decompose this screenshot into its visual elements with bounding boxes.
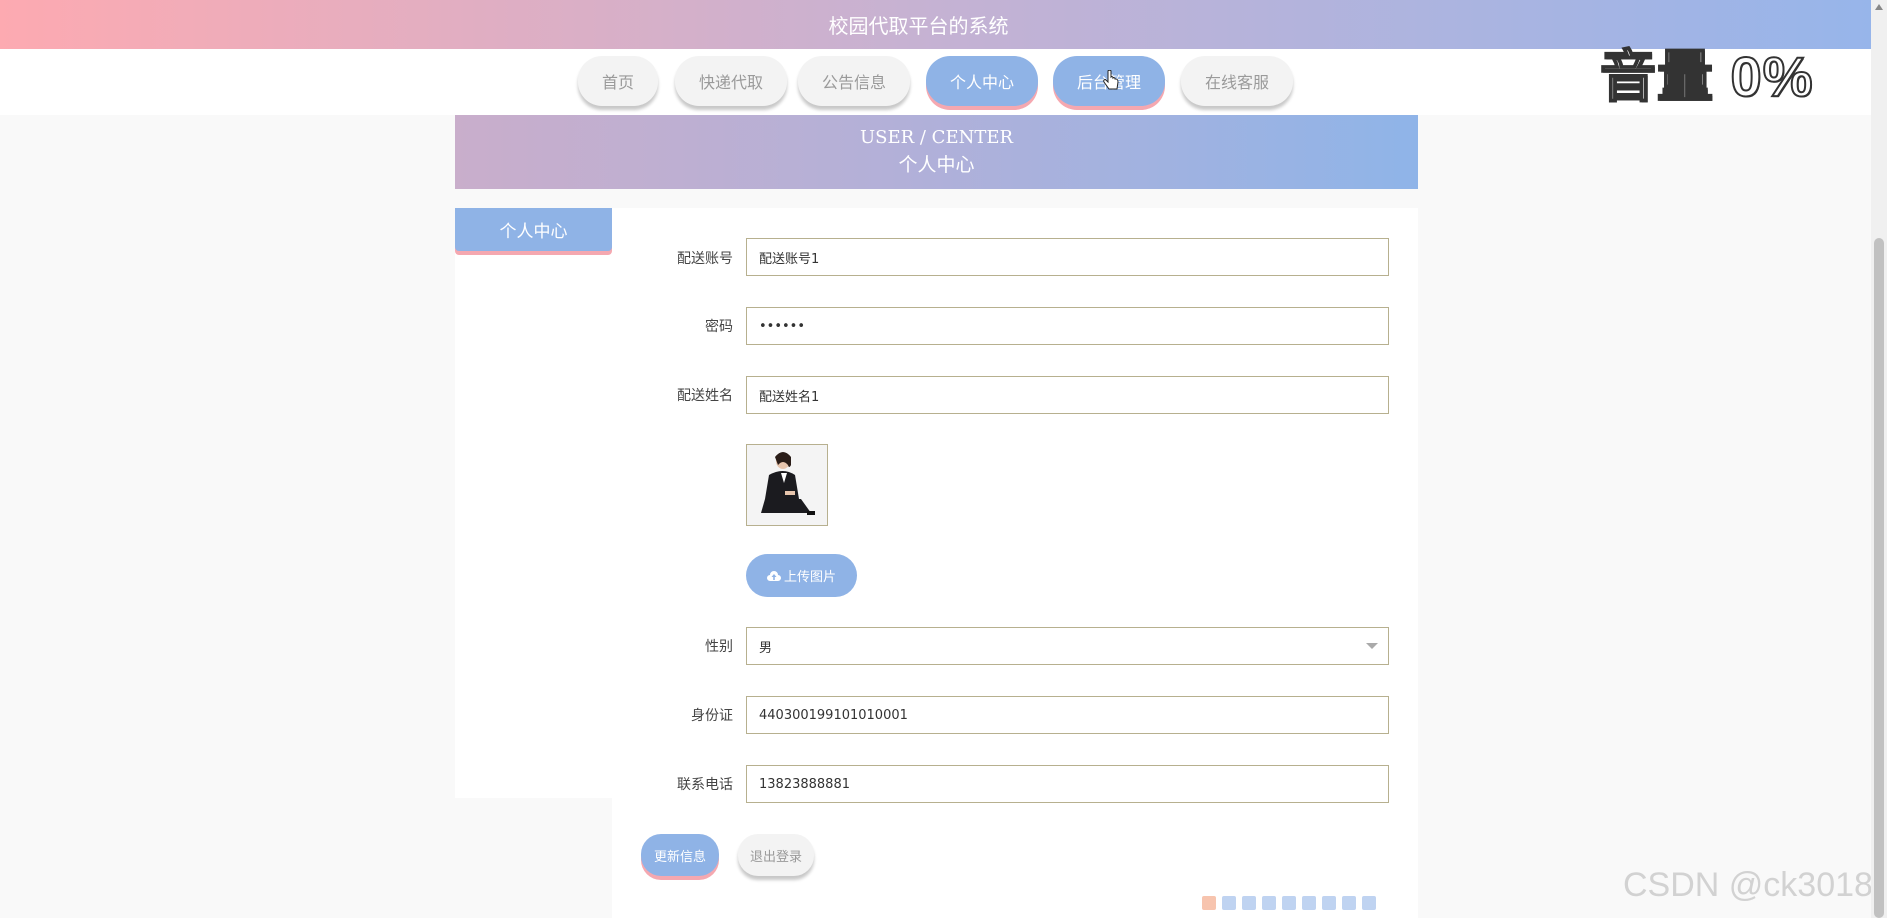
password-label: 密码 [705, 319, 733, 335]
watermark: CSDN @ck3018 [1623, 866, 1873, 904]
nav-announcements[interactable]: 公告信息 [798, 56, 910, 106]
gender-select[interactable]: 男 [746, 627, 1389, 665]
chevron-down-icon [1366, 643, 1378, 649]
sidebar: 个人中心 [455, 208, 612, 798]
logout-button[interactable]: 退出登录 [738, 834, 814, 876]
nav-personal-center[interactable]: 个人中心 [926, 56, 1038, 106]
ime-logo-icon [1202, 896, 1216, 910]
upload-image-label: 上传图片 [783, 570, 836, 585]
ime-grid-icon [1322, 896, 1336, 910]
scrollbar[interactable] [1871, 0, 1887, 918]
avatar-photo [746, 444, 828, 526]
ime-gear-icon [1362, 896, 1376, 910]
volume-indicator: 音量 0% [1599, 44, 1814, 109]
banner-title-cn: 个人中心 [898, 154, 975, 176]
name-label: 配送姓名 [677, 388, 733, 404]
banner-title-en: USER / CENTER [859, 127, 1014, 148]
top-header: 校园代取平台的系统 [0, 0, 1871, 49]
ime-keyboard-icon [1282, 896, 1296, 910]
ime-toolbar [1202, 896, 1376, 910]
upload-image-button[interactable]: 上传图片 [746, 554, 857, 597]
idcard-label: 身份证 [691, 708, 733, 724]
ime-user-icon [1302, 896, 1316, 910]
account-input[interactable]: 配送账号1 [746, 238, 1389, 276]
gender-value: 男 [759, 640, 773, 656]
page-banner: USER / CENTER 个人中心 [455, 115, 1418, 189]
gender-label: 性别 [705, 639, 733, 655]
account-label: 配送账号 [677, 251, 733, 267]
sidebar-item-personal-center[interactable]: 个人中心 [455, 208, 612, 251]
update-info-button[interactable]: 更新信息 [641, 834, 719, 876]
hand-cursor-icon [1103, 70, 1119, 90]
name-input[interactable]: 配送姓名1 [746, 376, 1389, 414]
person-photo-icon [747, 445, 827, 525]
ime-shirt-icon [1342, 896, 1356, 910]
phone-input[interactable]: 13823888881 [746, 765, 1389, 803]
site-title: 校园代取平台的系统 [828, 14, 1009, 38]
phone-label: 联系电话 [677, 777, 733, 793]
nav-home[interactable]: 首页 [578, 56, 658, 106]
scroll-up-icon[interactable] [1875, 4, 1883, 10]
cloud-upload-icon [766, 570, 781, 581]
nav-express-pickup[interactable]: 快递代取 [675, 56, 787, 106]
password-input[interactable]: •••••• [746, 307, 1389, 345]
scrollbar-thumb[interactable] [1874, 238, 1884, 918]
nav-online-service[interactable]: 在线客服 [1181, 56, 1293, 106]
ime-chinese-icon [1222, 896, 1236, 910]
idcard-input[interactable]: 440300199101010001 [746, 696, 1389, 734]
ime-moon-icon [1242, 896, 1256, 910]
ime-punctuation-icon [1262, 896, 1276, 910]
